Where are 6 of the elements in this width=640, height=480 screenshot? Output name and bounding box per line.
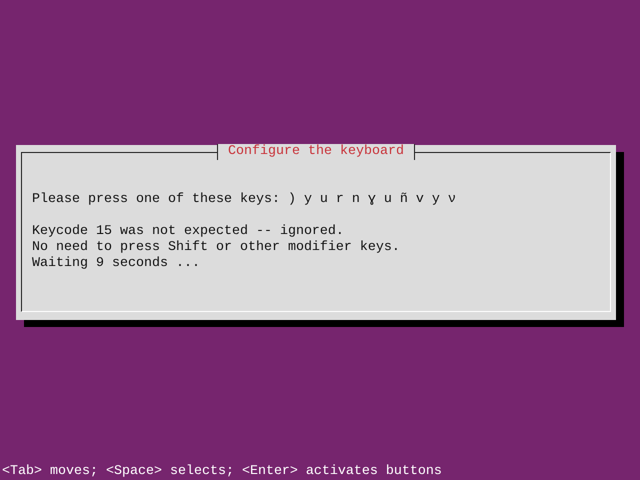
message-text: Waiting 9 seconds ... <box>32 256 201 272</box>
message-text: No need to press Shift or other modifier keys. <box>32 240 401 256</box>
message-text: Keycode 15 was not expected -- ignored. <box>32 224 345 240</box>
message-text: Please press one of these keys: ) y u r n ɣ u ñ v y ν <box>32 192 457 208</box>
key-hint-text: <Tab> moves; <Space> selects; <Enter> activates buttons <box>2 464 442 480</box>
dialog-title: Configure the keyboard <box>217 144 415 160</box>
